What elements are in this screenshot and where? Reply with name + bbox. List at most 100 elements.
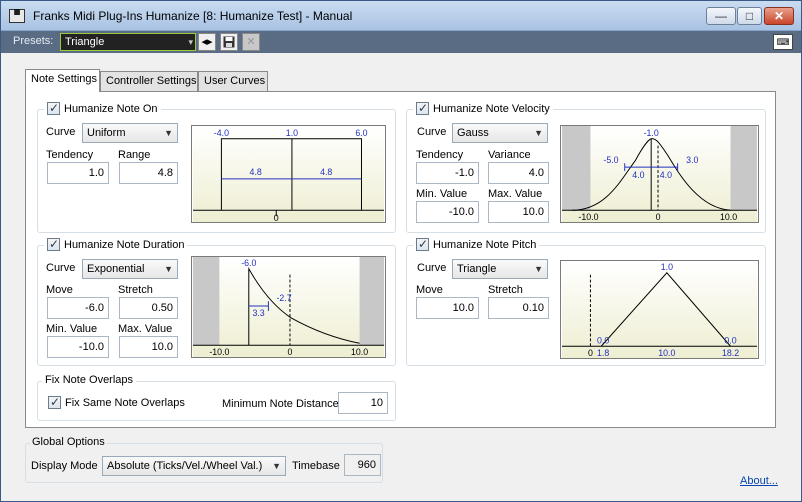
- graph-label: -10.0: [209, 347, 229, 357]
- graph-label: 6.0: [355, 128, 367, 138]
- range-input[interactable]: 4.8: [119, 162, 178, 184]
- min-distance-label: Minimum Note Distance: [222, 398, 339, 410]
- max-value-label: Max. Value: [488, 188, 543, 200]
- chevron-down-icon: ▼: [534, 128, 543, 138]
- stretch-input[interactable]: 0.10: [488, 297, 549, 319]
- range-label: Range: [118, 149, 151, 161]
- graph-label: 1.8: [597, 348, 609, 358]
- preset-value: Triangle: [65, 36, 105, 48]
- pitch-label: Humanize Note Pitch: [433, 238, 537, 251]
- maximize-button[interactable]: □: [737, 7, 762, 25]
- move-input[interactable]: -6.0: [47, 297, 109, 319]
- display-mode-label: Display Mode: [31, 460, 98, 472]
- plugin-window: ▦ Franks Midi Plug-Ins Humanize [8: Huma…: [0, 0, 802, 502]
- tab-controller-settings[interactable]: Controller Settings: [100, 71, 198, 91]
- velocity-curve-select[interactable]: Gauss ▼: [452, 123, 548, 143]
- curve-value: Uniform: [87, 127, 126, 139]
- duration-group: Humanize Note Duration Curve Exponential…: [37, 237, 396, 366]
- window-title: Franks Midi Plug-Ins Humanize [8: Humani…: [33, 9, 353, 23]
- graph-label: 4.0: [660, 170, 672, 180]
- max-value-label: Max. Value: [118, 323, 173, 335]
- pitch-group: Humanize Note Pitch Curve Triangle ▼ Move…: [406, 237, 766, 366]
- variance-input[interactable]: 4.0: [488, 162, 549, 184]
- velocity-checkbox[interactable]: [416, 101, 429, 115]
- graph-label: 0: [288, 347, 293, 357]
- min-distance-input[interactable]: 10: [338, 392, 388, 414]
- graph-label: 0.0: [724, 335, 736, 345]
- about-link[interactable]: About...: [740, 475, 778, 487]
- min-value-input[interactable]: -10.0: [416, 201, 479, 223]
- timebase-value: 960: [344, 454, 381, 476]
- duration-checkbox[interactable]: [47, 237, 60, 251]
- pitch-checkbox[interactable]: [416, 237, 429, 251]
- global-options-title: Global Options: [30, 436, 107, 448]
- tab-user-curves[interactable]: User Curves: [198, 71, 268, 91]
- graph-label: -1.0: [644, 128, 659, 138]
- move-label: Move: [416, 284, 443, 296]
- graph-label: 0.0: [597, 335, 609, 345]
- move-input[interactable]: 10.0: [416, 297, 479, 319]
- graph-label: 3.0: [686, 155, 698, 165]
- global-options-group: Global Options Display Mode Absolute (Ti…: [25, 436, 383, 483]
- close-button[interactable]: ✕: [764, 7, 794, 25]
- max-value-input[interactable]: 10.0: [488, 201, 549, 223]
- curve-label: Curve: [417, 262, 447, 274]
- pitch-title[interactable]: Humanize Note Pitch: [413, 237, 540, 251]
- fix-overlaps-label[interactable]: Fix Same Note Overlaps: [65, 397, 185, 409]
- graph-label: -4.0: [214, 128, 229, 138]
- preset-nav-button[interactable]: ◂▸: [198, 33, 216, 51]
- keyboard-icon[interactable]: ⌨: [773, 34, 793, 50]
- note-on-checkbox[interactable]: [47, 101, 60, 115]
- preset-toolbar: Presets: Triangle ▾ ◂▸ ✕ ⌨: [1, 31, 801, 53]
- note-on-group: Humanize Note On Curve Uniform ▼ Tendency…: [37, 101, 396, 233]
- display-mode-value: Absolute (Ticks/Vel./Wheel Val.): [107, 460, 263, 472]
- note-on-curve-select[interactable]: Uniform ▼: [82, 123, 178, 143]
- graph-label: 1.0: [661, 262, 673, 272]
- graph-label: -6.0: [241, 258, 256, 268]
- save-icon[interactable]: [220, 33, 238, 51]
- velocity-group: Humanize Note Velocity Curve Gauss ▼ Tend…: [406, 101, 766, 233]
- graph-label: 3.3: [252, 308, 264, 318]
- title-bar: ▦ Franks Midi Plug-Ins Humanize [8: Huma…: [1, 1, 801, 31]
- note-on-title[interactable]: Humanize Note On: [44, 101, 161, 115]
- graph-label: 4.8: [320, 167, 332, 177]
- tendency-input[interactable]: -1.0: [416, 162, 479, 184]
- delete-preset-button[interactable]: ✕: [242, 33, 260, 51]
- duration-curve-select[interactable]: Exponential ▼: [82, 259, 178, 279]
- tab-note-settings[interactable]: Note Settings: [25, 69, 100, 92]
- note-on-label: Humanize Note On: [64, 102, 158, 115]
- chevron-down-icon: ▼: [272, 461, 281, 471]
- curve-label: Curve: [46, 126, 76, 138]
- graph-label: 0: [656, 212, 661, 222]
- graph-label: 0: [588, 348, 593, 358]
- graph-label: -2.7: [276, 293, 291, 303]
- presets-label: Presets:: [13, 35, 54, 47]
- graph-label: 1.0: [286, 128, 298, 138]
- note-settings-panel: Humanize Note On Curve Uniform ▼ Tendency…: [25, 91, 776, 428]
- duration-curve-graph[interactable]: -6.0 -2.7 3.3 -10.0 0 10.0: [191, 256, 386, 358]
- stretch-label: Stretch: [488, 284, 523, 296]
- note-on-curve-graph[interactable]: -4.0 1.0 6.0 4.8 4.8 0: [191, 125, 386, 223]
- preset-select[interactable]: Triangle ▾: [60, 33, 196, 51]
- min-value-label: Min. Value: [416, 188, 468, 200]
- minimize-button[interactable]: —: [706, 7, 736, 25]
- tendency-input[interactable]: 1.0: [47, 162, 109, 184]
- graph-label: -10.0: [578, 212, 598, 222]
- stretch-input[interactable]: 0.50: [119, 297, 178, 319]
- pitch-curve-select[interactable]: Triangle ▼: [452, 259, 548, 279]
- curve-value: Triangle: [457, 263, 497, 275]
- max-value-input[interactable]: 10.0: [119, 336, 178, 358]
- velocity-curve-graph[interactable]: -1.0 -5.0 3.0 4.0 4.0 -10.0 0 10.0: [560, 125, 759, 223]
- display-mode-select[interactable]: Absolute (Ticks/Vel./Wheel Val.) ▼: [102, 456, 286, 476]
- velocity-title[interactable]: Humanize Note Velocity: [413, 101, 553, 115]
- pitch-curve-graph[interactable]: 1.0 0.0 0.0 0 1.8 10.0 18.2: [560, 260, 759, 359]
- variance-label: Variance: [488, 149, 531, 161]
- fix-overlaps-checkbox[interactable]: [48, 395, 61, 409]
- duration-label: Humanize Note Duration: [64, 238, 185, 251]
- velocity-label: Humanize Note Velocity: [433, 102, 550, 115]
- graph-label: 10.0: [351, 347, 368, 357]
- duration-title[interactable]: Humanize Note Duration: [44, 237, 188, 251]
- min-value-input[interactable]: -10.0: [47, 336, 109, 358]
- chevron-down-icon: ▼: [164, 128, 173, 138]
- app-icon: ▦: [9, 9, 25, 23]
